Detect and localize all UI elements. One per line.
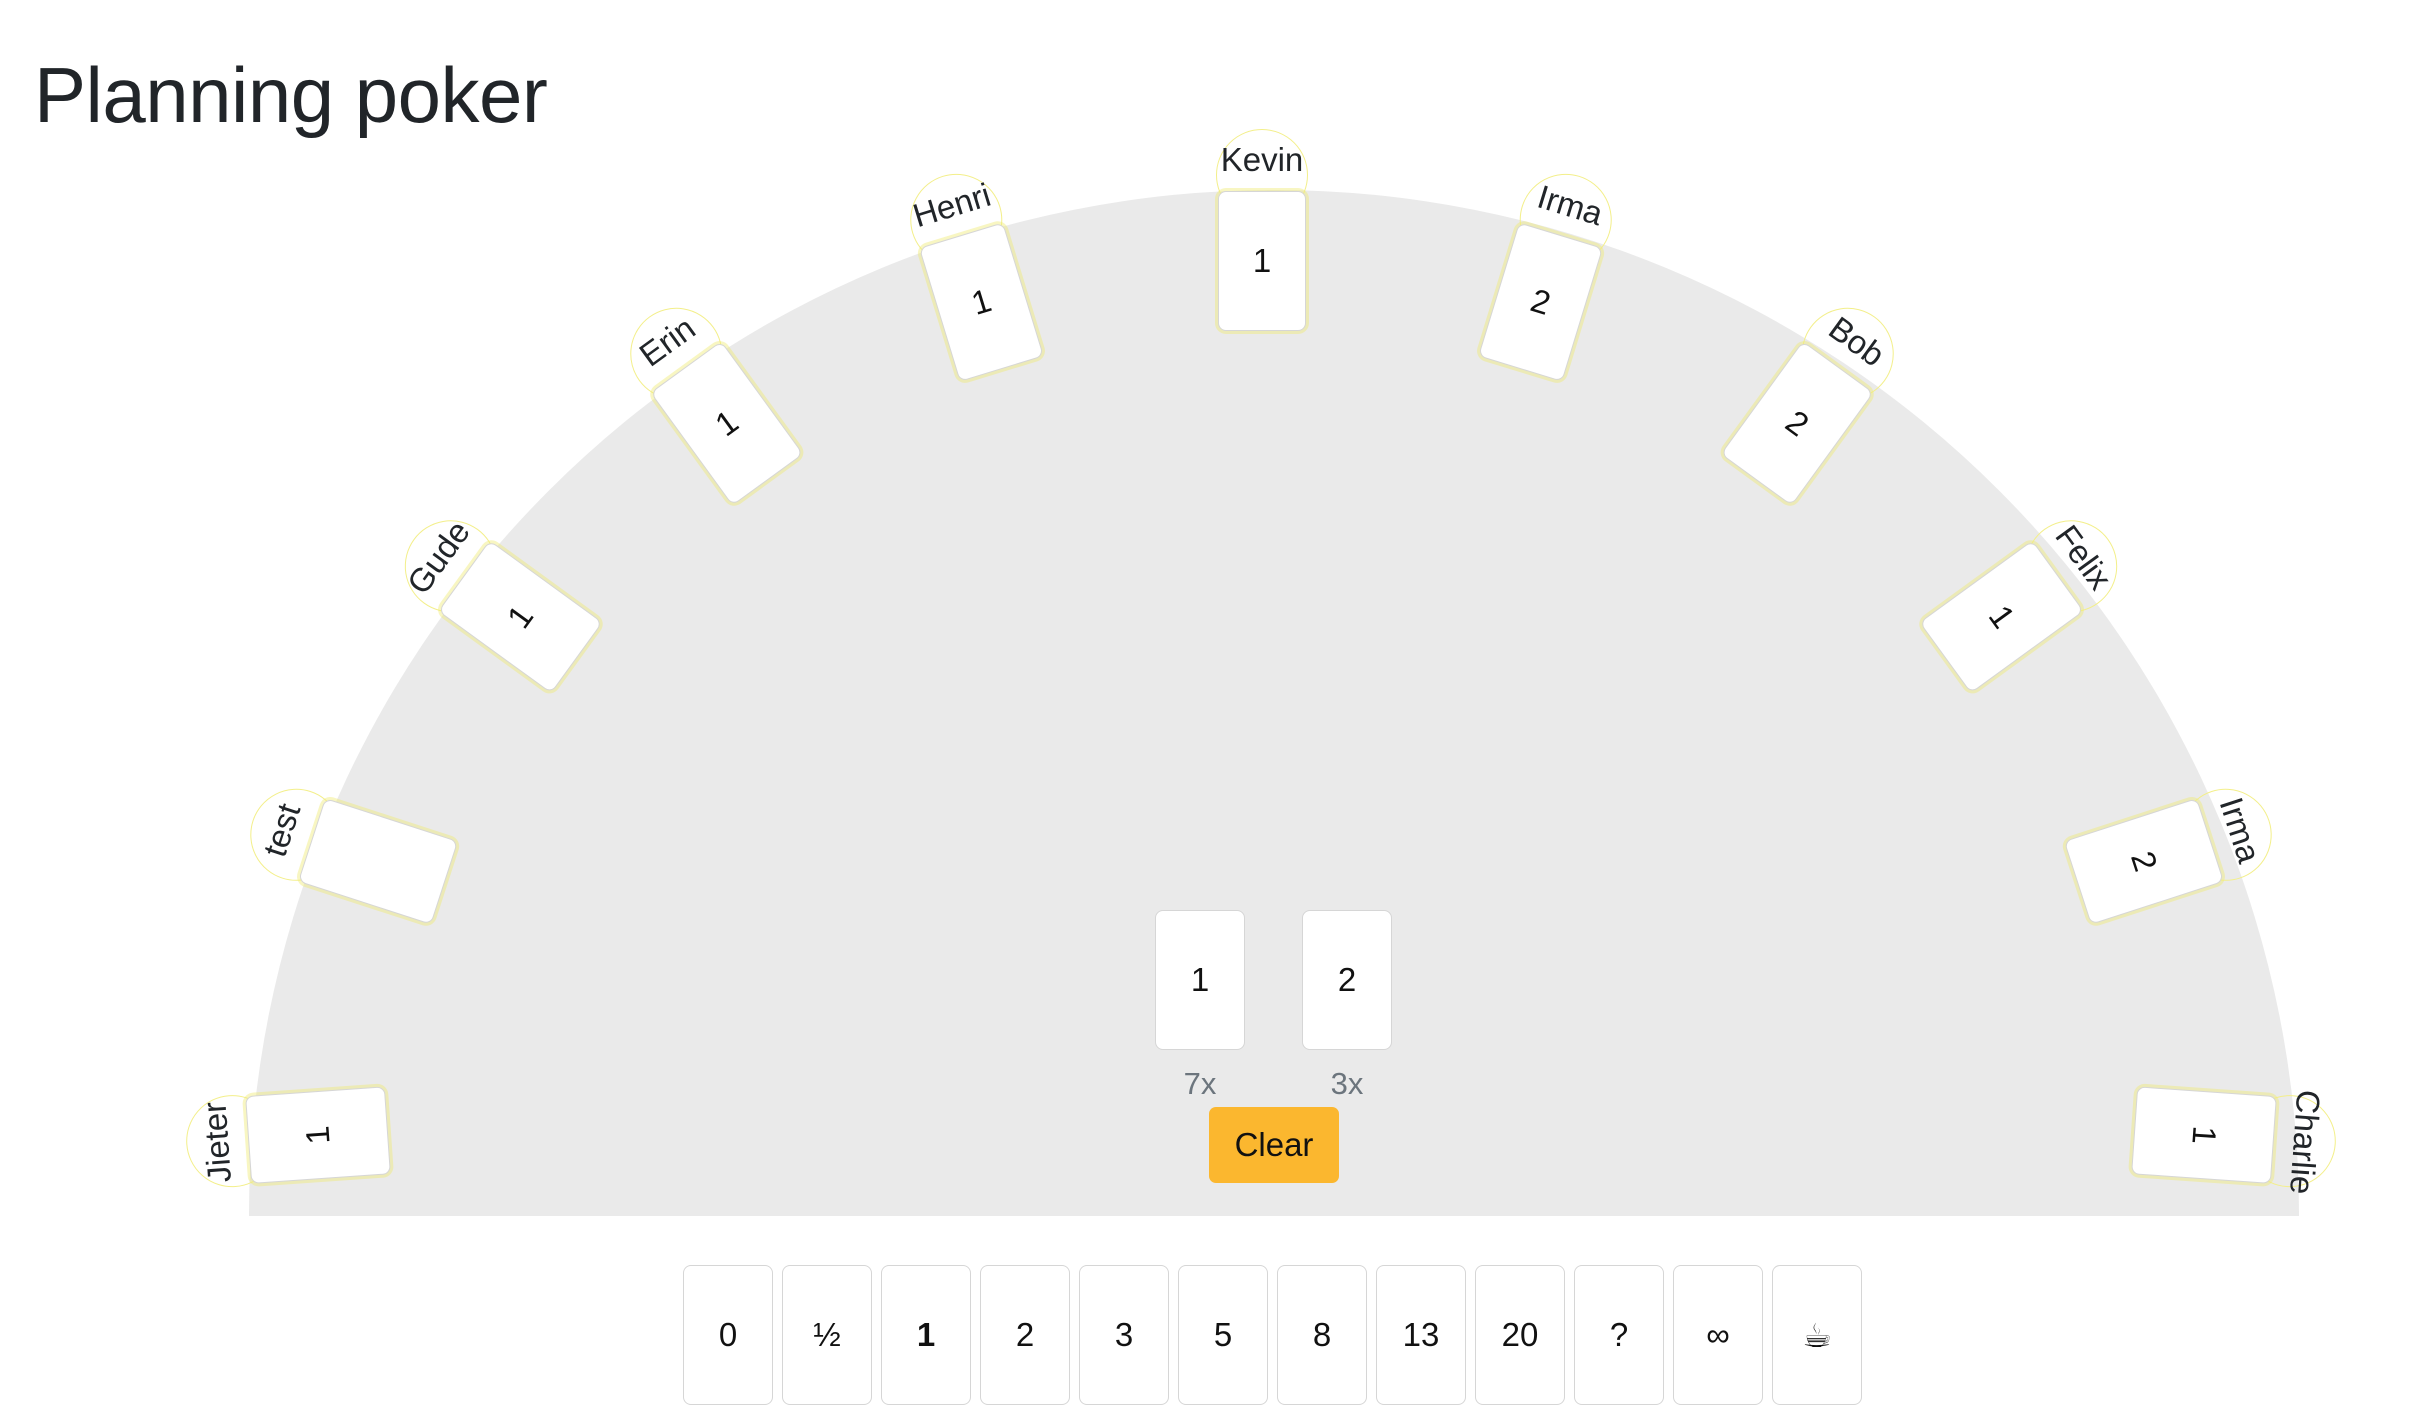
player-name: Kevin [1220,141,1304,178]
poker-table [249,190,2299,1216]
result-card: 1 [1155,910,1245,1050]
player-vote-card: 1 [245,1086,391,1184]
card-deck: 0 ½ 1 2 3 5 8 13 20 ? ∞ ☕ [683,1265,1865,1405]
deck-card-13[interactable]: 13 [1376,1265,1466,1405]
deck-card-20[interactable]: 20 [1475,1265,1565,1405]
deck-card-half[interactable]: ½ [782,1265,872,1405]
deck-card-3[interactable]: 3 [1079,1265,1169,1405]
deck-card-5[interactable]: 5 [1178,1265,1268,1405]
player-name: Jieter [195,1100,239,1184]
clear-button[interactable]: Clear [1209,1107,1339,1183]
deck-card-infinity[interactable]: ∞ [1673,1265,1763,1405]
result-card: 2 [1302,910,1392,1050]
player-name: Charlie [2283,1088,2328,1196]
deck-card-1[interactable]: 1 [881,1265,971,1405]
coffee-icon[interactable]: ☕ [1772,1265,1862,1405]
result-count: 3x [1330,1066,1364,1101]
deck-card-0[interactable]: 0 [683,1265,773,1405]
deck-card-2[interactable]: 2 [980,1265,1070,1405]
deck-card-question[interactable]: ? [1574,1265,1664,1405]
player-vote-card: 1 [2131,1086,2277,1184]
deck-card-8[interactable]: 8 [1277,1265,1367,1405]
result-count: 7x [1183,1066,1217,1101]
page-title: Planning poker [34,51,548,139]
player-vote-card: 1 [1218,191,1306,331]
